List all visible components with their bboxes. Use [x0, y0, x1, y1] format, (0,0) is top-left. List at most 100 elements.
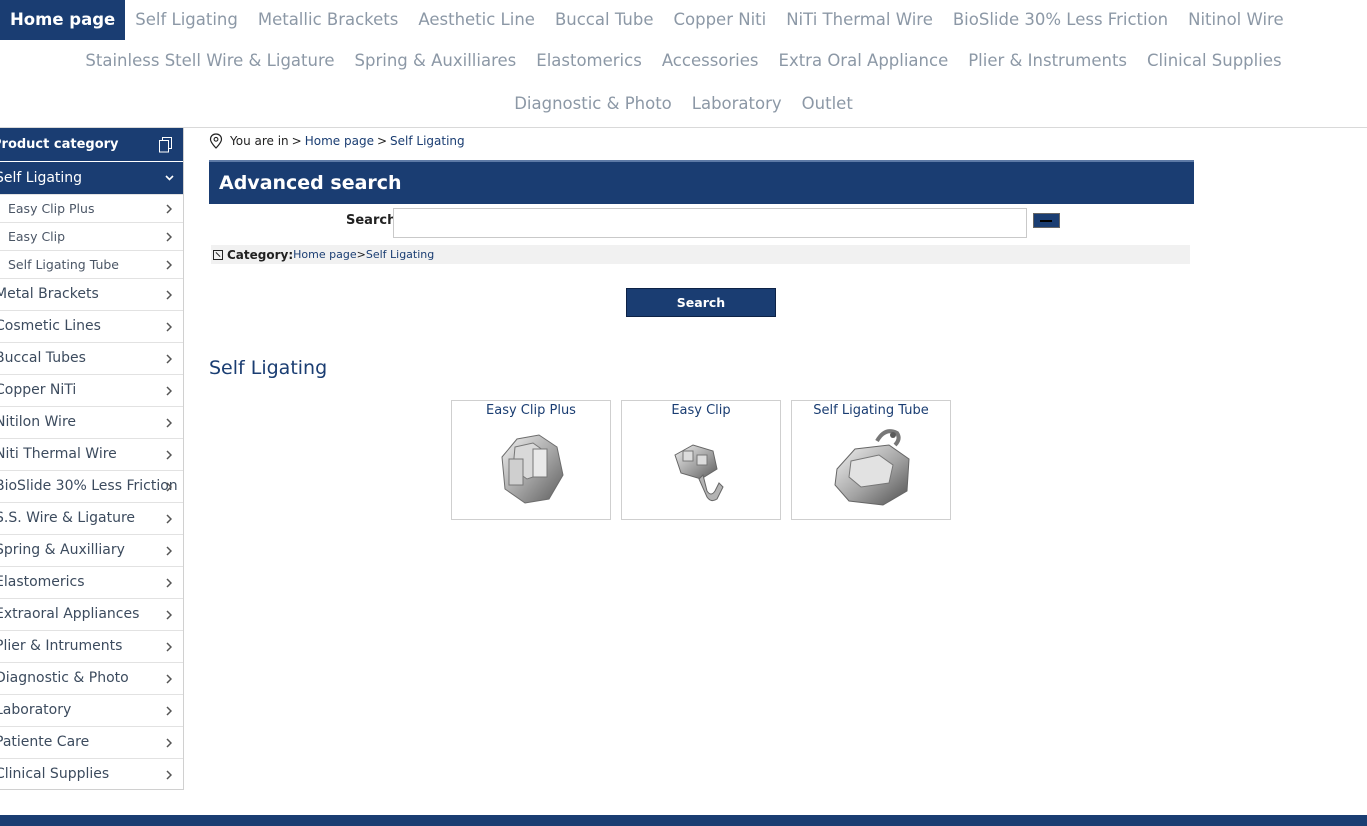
nav-nitinol-wire[interactable]: Nitinol Wire [1178, 0, 1293, 40]
nav-diagnostic-photo[interactable]: Diagnostic & Photo [504, 84, 682, 124]
sidebar-subitem[interactable]: Easy Clip Plus [0, 195, 183, 223]
sidebar-subitem-label: Self Ligating Tube [8, 257, 119, 272]
nav-row-1: Home page Self Ligating Metallic Bracket… [0, 0, 1367, 40]
sidebar-item[interactable]: Cosmetic Lines [0, 311, 183, 343]
chevron-right-icon [164, 695, 174, 726]
sidebar-subitem[interactable]: Easy Clip [0, 223, 183, 251]
breadcrumb-home-link[interactable]: Home page [305, 134, 374, 148]
nav-plier-instruments[interactable]: Plier & Instruments [958, 41, 1137, 81]
chevron-right-icon [164, 631, 174, 662]
sidebar-subitem[interactable]: Self Ligating Tube [0, 251, 183, 279]
nav-copper-niti[interactable]: Copper Niti [663, 0, 776, 40]
sidebar-item-label: Metal Brackets [0, 286, 99, 302]
sidebar-item[interactable]: BioSlide 30% Less Friction [0, 471, 183, 503]
nav-metallic-brackets[interactable]: Metallic Brackets [248, 0, 409, 40]
product-image [674, 444, 724, 502]
chevron-right-icon [164, 343, 174, 374]
sidebar-item-label: S.S. Wire & Ligature [0, 510, 136, 526]
chevron-right-icon [164, 251, 174, 278]
chevron-right-icon [164, 279, 174, 310]
category-label: Category: [227, 247, 294, 262]
sidebar-item-label: Plier & Intruments [0, 638, 123, 654]
nav-niti-thermal-wire[interactable]: NiTi Thermal Wire [776, 0, 943, 40]
nav-self-ligating[interactable]: Self Ligating [125, 0, 248, 40]
product-card-easy-clip[interactable]: Easy Clip [621, 400, 781, 520]
chevron-right-icon [164, 503, 174, 534]
sidebar-item[interactable]: Buccal Tubes [0, 343, 183, 375]
sidebar-item-label: Extraoral Appliances [0, 606, 140, 622]
sidebar-item[interactable]: Spring & Auxilliary [0, 535, 183, 567]
collapse-box-icon[interactable] [213, 249, 223, 260]
nav-clinical-supplies[interactable]: Clinical Supplies [1137, 41, 1292, 81]
nav-bioslide[interactable]: BioSlide 30% Less Friction [943, 0, 1178, 40]
product-category-title: Product category [0, 137, 119, 152]
chevron-right-icon [164, 759, 174, 789]
nav-elastomerics[interactable]: Elastomerics [526, 41, 652, 81]
chevron-right-icon [164, 535, 174, 566]
section-title: Self Ligating [209, 357, 328, 379]
nav-buccal-tube[interactable]: Buccal Tube [545, 0, 664, 40]
sidebar-item-label: Diagnostic & Photo [0, 670, 129, 686]
search-input[interactable] [393, 208, 1027, 238]
product-card-easy-clip-plus[interactable]: Easy Clip Plus [451, 400, 611, 520]
nav-row-2: Stainless Stell Wire & Ligature Spring &… [0, 41, 1367, 81]
product-card-title: Easy Clip Plus [486, 403, 576, 418]
sidebar-item[interactable]: Diagnostic & Photo [0, 663, 183, 695]
nav-spring-auxiliaries[interactable]: Spring & Auxilliares [345, 41, 527, 81]
sidebar-item[interactable]: Copper NiTi [0, 375, 183, 407]
sidebar-subitem-label: Easy Clip [8, 229, 66, 244]
sidebar-item-label: Copper NiTi [0, 382, 77, 398]
sidebar-item-label: Clinical Supplies [0, 766, 110, 782]
product-card-title: Easy Clip [671, 403, 731, 418]
category-home-link[interactable]: Home page [293, 248, 356, 261]
advanced-search-title: Advanced search [219, 172, 402, 194]
chevron-right-icon [164, 567, 174, 598]
nav-row-3: Diagnostic & Photo Laboratory Outlet [0, 84, 1367, 124]
sidebar-item[interactable]: Laboratory [0, 695, 183, 727]
sidebar-item-label: BioSlide 30% Less Friction [0, 478, 178, 494]
product-category-header: Product category [0, 128, 183, 162]
sidebar-item[interactable]: Patiente Care [0, 727, 183, 759]
nav-home-page[interactable]: Home page [0, 0, 126, 40]
nav-laboratory[interactable]: Laboratory [682, 84, 792, 124]
chevron-right-icon [164, 223, 174, 250]
sidebar-item-label: Nitilon Wire [0, 414, 77, 430]
breadcrumb-separator: > [291, 134, 302, 148]
sidebar-item-label: Niti Thermal Wire [0, 446, 117, 462]
breadcrumb: You are in > Home page > Self Ligating [209, 131, 465, 151]
sidebar-item-label: Buccal Tubes [0, 350, 86, 366]
sidebar-item-label: Self Ligating [0, 170, 83, 186]
chevron-right-icon [164, 663, 174, 694]
product-card-self-ligating-tube[interactable]: Self Ligating Tube [791, 400, 951, 520]
nav-outlet[interactable]: Outlet [792, 84, 863, 124]
nav-aesthetic-line[interactable]: Aesthetic Line [408, 0, 545, 40]
nav-stainless-steel-wire[interactable]: Stainless Stell Wire & Ligature [75, 41, 344, 81]
product-card-title: Self Ligating Tube [813, 403, 929, 418]
sidebar-item[interactable]: Elastomerics [0, 567, 183, 599]
advanced-search-header: Advanced search [209, 160, 1194, 204]
sidebar-item[interactable]: Extraoral Appliances [0, 599, 183, 631]
copy-icon[interactable] [159, 137, 173, 153]
category-current-link[interactable]: Self Ligating [366, 248, 434, 261]
product-image [501, 434, 564, 504]
nav-accessories[interactable]: Accessories [652, 41, 769, 81]
chevron-right-icon [164, 727, 174, 758]
sidebar-item[interactable]: Nitilon Wire [0, 407, 183, 439]
sidebar-item[interactable]: Niti Thermal Wire [0, 439, 183, 471]
sidebar-item-label: Cosmetic Lines [0, 318, 101, 334]
breadcrumb-current-link[interactable]: Self Ligating [390, 134, 465, 148]
collapse-button[interactable] [1033, 213, 1060, 228]
category-filter-row: Category: Home page > Self Ligating [211, 245, 1190, 264]
search-button[interactable]: Search [626, 288, 776, 317]
sidebar-item[interactable]: Metal Brackets [0, 279, 183, 311]
sidebar-item[interactable]: S.S. Wire & Ligature [0, 503, 183, 535]
chevron-right-icon [164, 311, 174, 342]
sidebar-item[interactable]: Plier & Intruments [0, 631, 183, 663]
product-category-sidebar: Product category Self Ligating Easy Clip… [0, 128, 184, 790]
top-navigation: Home page Self Ligating Metallic Bracket… [0, 0, 1367, 128]
category-separator: > [356, 248, 366, 261]
sidebar-sub-list: Easy Clip Plus Easy Clip Self Ligating Tub… [0, 195, 183, 279]
sidebar-item-self-ligating[interactable]: Self Ligating [0, 162, 183, 195]
nav-extra-oral-appliance[interactable]: Extra Oral Appliance [769, 41, 959, 81]
sidebar-item[interactable]: Clinical Supplies [0, 759, 183, 789]
